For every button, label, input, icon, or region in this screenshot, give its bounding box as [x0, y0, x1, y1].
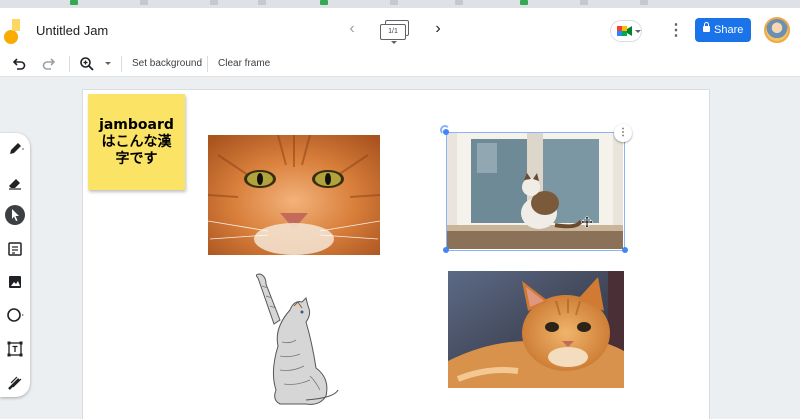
sketch-cat-image[interactable]: [250, 272, 340, 410]
cat-face-image[interactable]: [208, 135, 380, 255]
zoom-dropdown-icon[interactable]: [105, 62, 111, 65]
browser-tab-strip: [0, 0, 800, 8]
toolbar-divider: [207, 56, 208, 72]
account-avatar[interactable]: [764, 17, 790, 43]
tool-palette: [0, 133, 30, 397]
select-tool-button[interactable]: [5, 205, 25, 225]
selection-outline: [446, 132, 625, 251]
next-frame-button[interactable]: ›: [430, 20, 446, 38]
sticky-note-icon[interactable]: [5, 239, 25, 259]
tab-favicon: [258, 0, 266, 5]
resize-handle[interactable]: [443, 247, 449, 253]
circle-shape-icon[interactable]: [5, 305, 25, 325]
more-options-icon[interactable]: ⋮: [668, 20, 684, 42]
tab-favicon: [210, 0, 218, 5]
pen-icon[interactable]: [5, 139, 25, 159]
resize-handle[interactable]: [622, 247, 628, 253]
tab-favicon: [580, 0, 588, 5]
tab-favicon: [70, 0, 78, 5]
lock-icon: [703, 22, 710, 32]
zoom-in-icon[interactable]: [78, 55, 96, 73]
toolbar-divider: [69, 56, 70, 72]
set-background-button[interactable]: Set background: [132, 58, 202, 69]
tab-favicon: [520, 0, 528, 5]
share-label: Share: [714, 24, 744, 36]
google-meet-icon: [617, 26, 632, 36]
ginger-cat-image[interactable]: [448, 271, 624, 388]
frame-bar-toggle[interactable]: 1/1: [380, 20, 410, 44]
jamboard-logo-icon[interactable]: [4, 19, 22, 45]
tab-favicon: [320, 0, 328, 5]
laser-icon[interactable]: [5, 373, 25, 393]
object-menu-icon[interactable]: ⋮: [614, 124, 632, 142]
previous-frame-button[interactable]: ‹: [344, 20, 360, 38]
chevron-down-icon: [391, 41, 397, 44]
share-button[interactable]: Share: [695, 18, 751, 42]
eraser-icon[interactable]: [5, 173, 25, 193]
tab-favicon: [640, 0, 648, 5]
rotate-handle-icon[interactable]: [440, 125, 450, 135]
clear-frame-button[interactable]: Clear frame: [218, 58, 270, 69]
app-header: Untitled Jam ‹ 1/1 › ⋮ Share: [0, 8, 800, 51]
edit-toolbar: Set background Clear frame: [0, 51, 800, 77]
select-arrow-icon: [12, 209, 19, 221]
frame-indicator: 1/1: [380, 24, 406, 40]
meet-present-button[interactable]: [610, 20, 642, 42]
toolbar-divider: [121, 56, 122, 72]
tab-favicon: [390, 0, 398, 5]
text-box-icon[interactable]: [5, 339, 25, 359]
tab-favicon: [455, 0, 463, 5]
move-cursor-icon: [581, 216, 593, 228]
sticky-note[interactable]: jamboard はこんな漢 字です: [88, 94, 185, 190]
undo-icon[interactable]: [10, 55, 28, 73]
image-icon[interactable]: [5, 272, 25, 292]
document-title[interactable]: Untitled Jam: [36, 23, 108, 38]
chevron-down-icon: [635, 30, 641, 33]
redo-icon[interactable]: [40, 55, 58, 73]
tab-favicon: [140, 0, 148, 5]
